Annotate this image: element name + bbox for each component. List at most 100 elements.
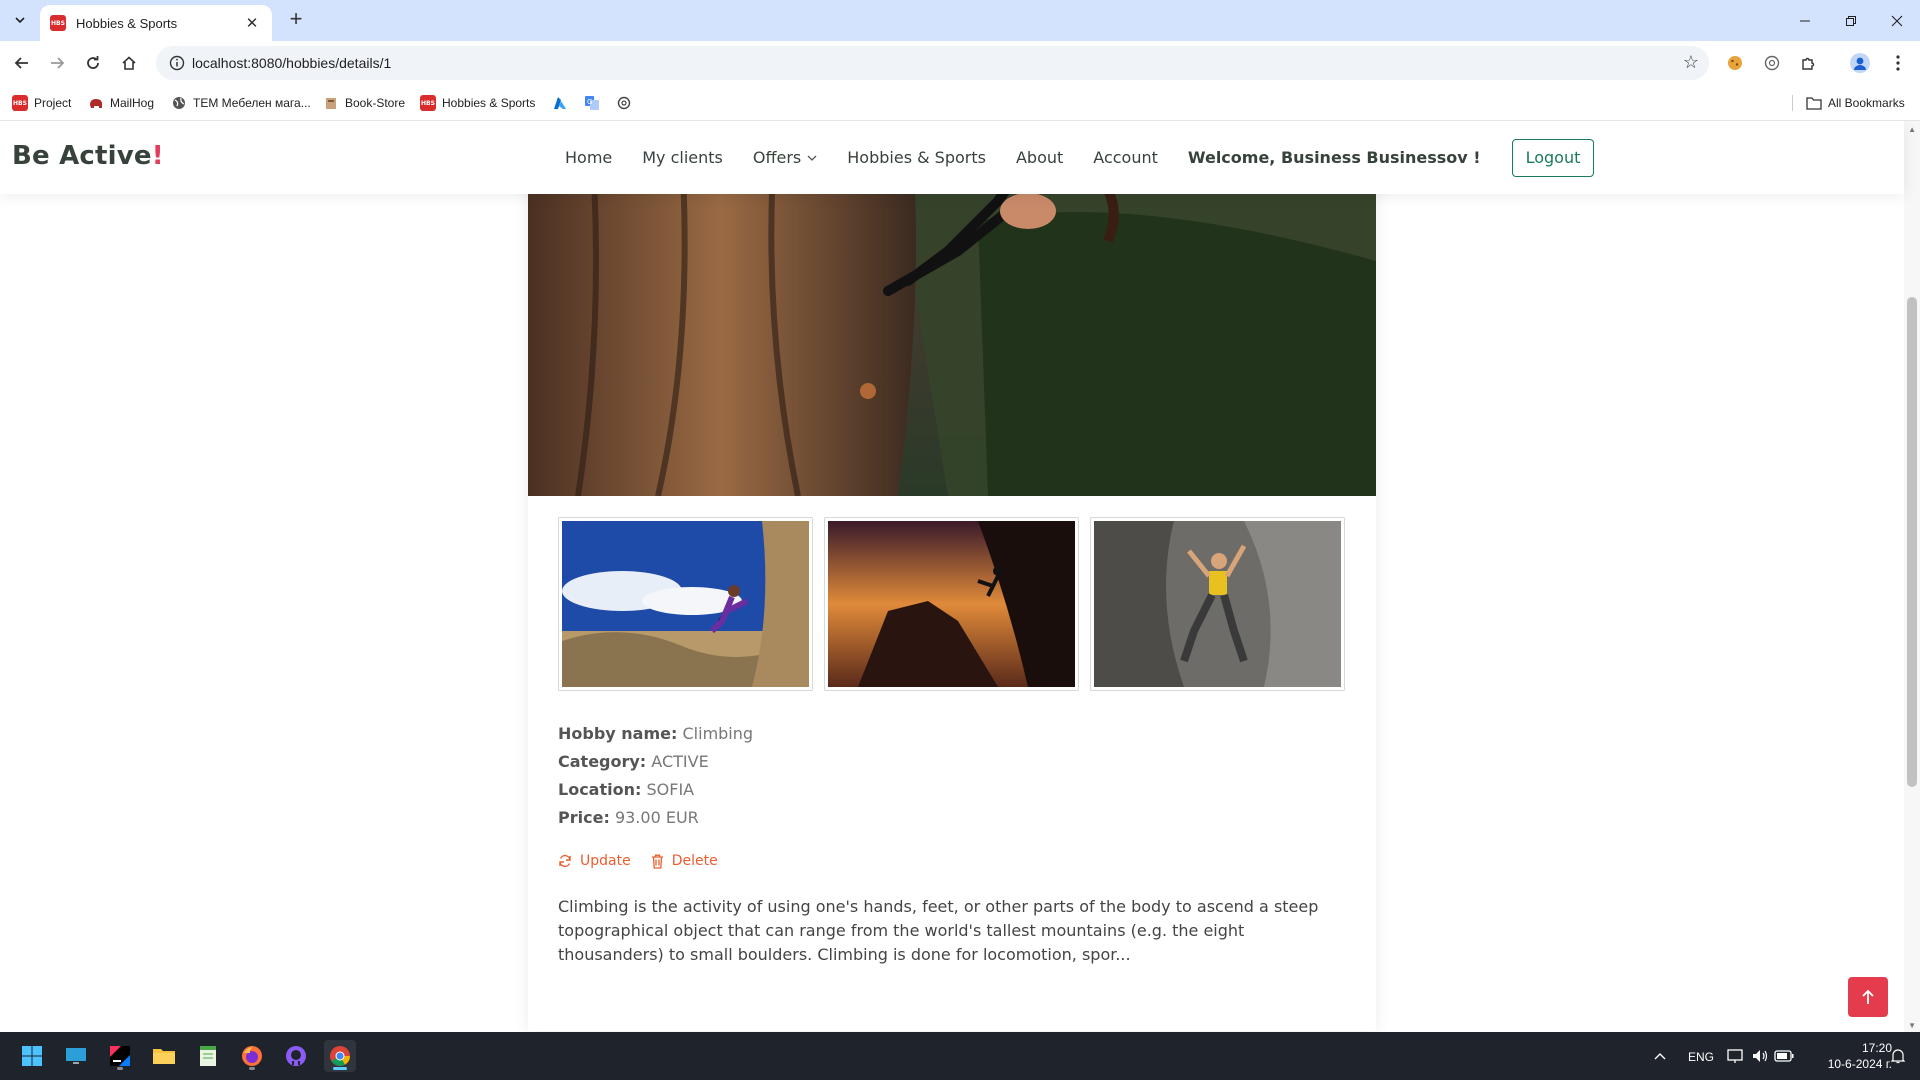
home-icon [122,56,136,70]
nav-offers-dropdown[interactable]: Offers [753,148,817,167]
update-button[interactable]: Update [558,853,631,869]
restore-button[interactable] [1828,0,1874,41]
restore-icon [1846,15,1856,26]
bookmark-star-icon[interactable]: ☆ [1683,52,1699,73]
taskbar-notepad[interactable] [192,1040,224,1072]
nav-about[interactable]: About [1016,148,1063,167]
arrow-right-icon [51,57,65,69]
category-label: Category: [558,752,647,771]
scrollbar-thumb[interactable] [1907,297,1917,787]
price-row: Price: 93.00 EUR [558,804,753,832]
speaker-icon [1753,1050,1768,1062]
chevron-up-icon [1654,1053,1666,1060]
taskbar-intellij[interactable] [104,1040,136,1072]
update-label: Update [580,853,631,869]
taskbar-file-explorer[interactable] [148,1040,180,1072]
logout-button[interactable]: Logout [1511,138,1595,177]
input-language[interactable]: ENG [1688,1050,1714,1064]
notifications-button[interactable] [1886,1040,1910,1072]
show-hidden-icons-button[interactable] [1646,1040,1674,1072]
new-tab-button[interactable]: + [284,8,308,32]
monitor-icon [66,1048,86,1064]
bookmarks-bar: HBS Project MailHog TEM Мебелен мага... … [0,85,1920,121]
chrome-icon [330,1046,350,1066]
ai-extension-icon[interactable] [1762,53,1782,73]
openai-icon [616,95,632,111]
folder-icon [1806,95,1822,111]
scroll-up-arrow-icon[interactable]: ▲ [1908,125,1916,134]
browser-tab[interactable]: HBS Hobbies & Sports ✕ [40,5,272,41]
bookmark-translate[interactable]: G [584,93,606,113]
url-text[interactable]: localhost:8080/hobbies/details/1 [192,55,391,71]
bookmark-label: MailHog [110,96,155,110]
welcome-message: Welcome, Business Businessov ! [1187,148,1481,167]
windows-logo-icon [22,1046,42,1066]
mailhog-pig-icon [88,95,104,111]
forward-button[interactable] [45,51,69,75]
taskbar-github-desktop[interactable] [280,1040,312,1072]
clock-date[interactable]: 10-6-2024 г. [1810,1057,1892,1071]
tab-search-button[interactable] [8,8,32,32]
puzzle-icon [1802,57,1815,70]
scroll-down-arrow-icon[interactable]: ▼ [1908,1021,1916,1030]
bookmark-azure[interactable] [552,93,574,113]
running-indicator [249,1067,255,1070]
reload-button[interactable] [81,51,105,75]
minimize-button[interactable] [1782,0,1828,41]
bookmark-project[interactable]: HBS Project [12,93,71,113]
extensions-button[interactable] [1798,53,1818,73]
taskbar-desktop[interactable] [60,1040,92,1072]
taskbar-firefox[interactable] [236,1040,268,1072]
logo-text: Be Active [12,141,152,171]
hobby-actions: Update Delete [558,853,738,869]
back-to-top-button[interactable] [1848,977,1888,1017]
nav-hobbies-sports[interactable]: Hobbies & Sports [847,148,986,167]
browser-menu-button[interactable] [1888,53,1908,73]
network-status[interactable] [1724,1040,1748,1072]
nav-home[interactable]: Home [565,148,612,167]
bookmark-hobbies-sports[interactable]: HBS Hobbies & Sports [420,93,535,113]
browser-toolbar: localhost:8080/hobbies/details/1 ☆ [0,41,1920,85]
delete-button[interactable]: Delete [651,853,718,869]
cookie-extension-icon[interactable] [1725,53,1745,73]
climber-sunset-image [828,521,1075,687]
bookmark-mailhog[interactable]: MailHog [88,93,154,113]
nav-account[interactable]: Account [1093,148,1158,167]
close-tab-icon[interactable]: ✕ [242,14,262,32]
battery-status[interactable] [1772,1040,1796,1072]
location-value: SOFIA [646,780,695,799]
address-bar[interactable]: localhost:8080/hobbies/details/1 ☆ [156,46,1709,80]
bookmark-openai[interactable] [616,93,638,113]
book-store-icon [323,95,339,111]
site-logo[interactable]: Be Active! [12,141,164,171]
close-window-button[interactable] [1874,0,1920,41]
gallery-thumb-2[interactable] [824,517,1079,691]
kebab-menu-icon [1896,55,1900,71]
volume-control[interactable] [1748,1040,1772,1072]
globe-icon [171,95,187,111]
page-scrollbar[interactable]: ▲ ▼ [1904,121,1920,1032]
bookmark-label: Project [34,96,72,110]
start-button[interactable] [16,1040,48,1072]
home-button[interactable] [117,51,141,75]
hobby-name-value: Climbing [682,724,754,743]
nav-my-clients[interactable]: My clients [642,148,723,167]
bookmark-label: Book-Store [345,96,406,110]
hbs-favicon-icon: HBS [12,95,28,111]
profile-button[interactable] [1850,53,1870,73]
tab-title: Hobbies & Sports [76,15,178,31]
notepad-icon [200,1046,216,1066]
site-info-icon[interactable] [168,54,186,72]
all-bookmarks-button[interactable]: All Bookmarks [1806,93,1905,113]
gallery-thumb-1[interactable] [558,517,813,691]
climber-blue-sky-image [562,521,809,687]
bookmark-book-store[interactable]: Book-Store [323,93,405,113]
back-button[interactable] [10,51,34,75]
hobby-name-label: Hobby name: [558,724,678,743]
minimize-icon [1800,20,1810,21]
hbs-favicon-icon: HBS [50,15,66,31]
running-indicator [333,1067,347,1070]
gallery-thumb-3[interactable] [1090,517,1345,691]
bookmark-tem[interactable]: TEM Мебелен мага... [171,93,311,113]
taskbar-chrome[interactable] [324,1040,356,1072]
